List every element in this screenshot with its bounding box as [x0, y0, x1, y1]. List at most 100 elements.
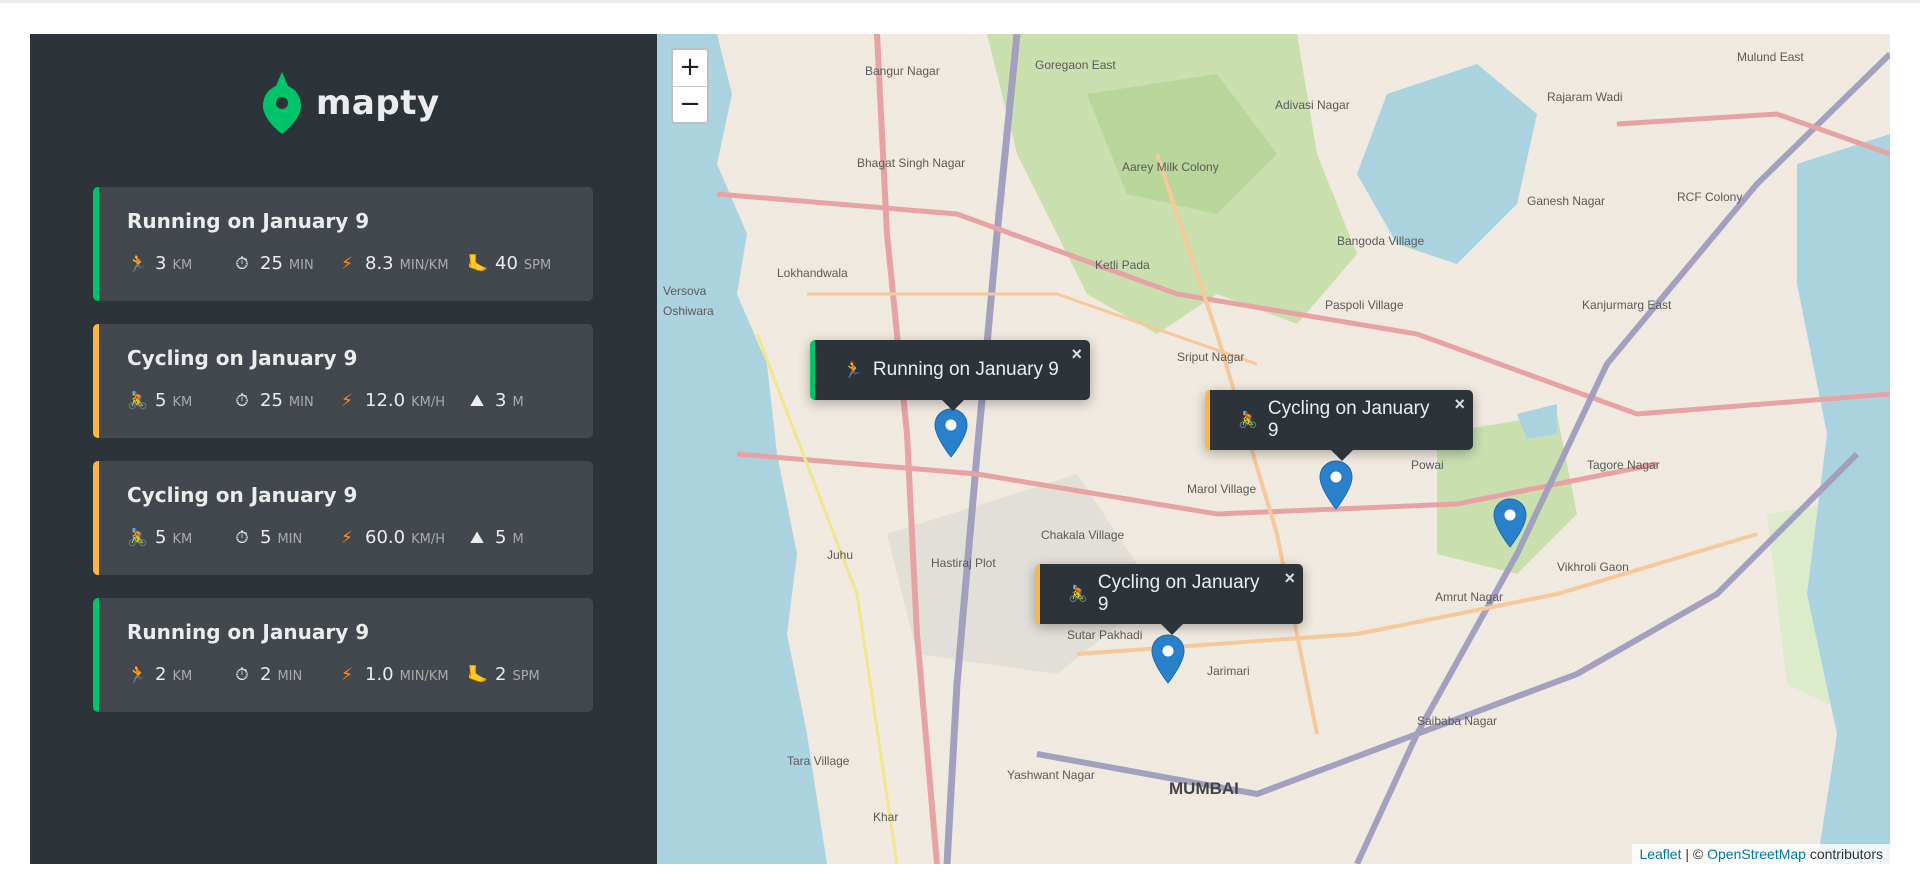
place-label: Tara Village [787, 754, 850, 768]
place-label: Mulund East [1737, 50, 1804, 64]
workout-title: Running on January 9 [127, 620, 370, 644]
popup-tip [1160, 624, 1183, 635]
place-label: Hastiraj Plot [931, 556, 996, 570]
popup-tip [1330, 450, 1353, 461]
place-label: Bangoda Village [1337, 234, 1425, 248]
popup-text: Cycling on January 9 [1097, 572, 1260, 615]
app-name: mapty [316, 83, 440, 123]
workout-popup[interactable]: 🏃 Running on January 9 × [810, 340, 1090, 411]
attribution-suffix: contributors [1805, 846, 1883, 862]
stat-value: 5 [495, 527, 507, 548]
stat-unit: M [512, 395, 524, 410]
place-label: Bhagat Singh Nagar [857, 156, 966, 170]
workout-duration: ⏱ 25 MIN [232, 390, 337, 411]
workout-distance: 🏃 3 KM [127, 253, 232, 274]
place-label: Juhu [827, 548, 854, 562]
place-label: Goregaon East [1035, 58, 1116, 72]
lightning-icon: ⚡ [341, 665, 353, 685]
attribution-separator: | © [1681, 846, 1708, 862]
place-label: Sutar Pakhadi [1067, 628, 1143, 642]
stat-unit: KM [172, 669, 193, 684]
place-label: Chakala Village [1041, 528, 1125, 542]
sidebar: mapty Running on January 9 🏃 3 KM ⏱ 25 MIN ⚡ 8.3… [30, 34, 657, 864]
zoom-out-button[interactable]: − [673, 87, 707, 122]
cyclist-icon: 🚴 [1068, 586, 1088, 603]
workout-speed: ⚡ 60.0 KM/H [337, 527, 467, 548]
stat-unit: MIN [288, 258, 314, 273]
workout-cadence: 🦶 40 SPM [467, 253, 572, 274]
place-label: Aarey Milk Colony [1122, 160, 1219, 174]
stat-value: 2 [260, 664, 272, 685]
map-marker-icon[interactable] [1319, 460, 1353, 510]
workout-title: Running on January 9 [127, 209, 370, 233]
stat-unit: KM [172, 395, 193, 410]
workout-card-running[interactable]: Running on January 9 🏃 3 KM ⏱ 25 MIN ⚡ 8.3 MIN/KM… [93, 187, 593, 301]
lightning-icon: ⚡ [341, 528, 353, 548]
cyclist-icon: 🚴 [127, 391, 149, 411]
place-label: Rajaram Wadi [1547, 90, 1623, 104]
place-label: Ganesh Nagar [1527, 194, 1606, 208]
map-marker-icon[interactable] [1151, 634, 1185, 684]
stopwatch-icon: ⏱ [235, 391, 249, 411]
stat-value: 25 [260, 390, 283, 411]
stat-unit: MIN/KM [399, 669, 449, 684]
close-icon[interactable]: × [1284, 568, 1295, 589]
place-label: Marol Village [1187, 482, 1257, 496]
stat-unit: SPM [512, 669, 540, 684]
workout-pace: ⚡ 8.3 MIN/KM [337, 253, 467, 274]
workout-distance: 🏃 2 KM [127, 664, 232, 685]
foot-icon: 🦶 [467, 665, 489, 685]
openstreetmap-link[interactable]: OpenStreetMap [1707, 846, 1806, 862]
workout-popup[interactable]: 🚴 Cycling on January 9 × [1035, 564, 1303, 635]
workout-cadence: 🦶 2 SPM [467, 664, 572, 685]
place-label: Ketli Pada [1095, 258, 1150, 272]
popup-tip [941, 400, 964, 411]
place-label: Amrut Nagar [1435, 590, 1504, 604]
place-label: Bangur Nagar [865, 64, 940, 78]
place-label: Khar [873, 810, 899, 824]
lightning-icon: ⚡ [341, 391, 353, 411]
stat-unit: KM [172, 258, 193, 273]
place-label: Kanjurmarg East [1582, 298, 1672, 312]
map[interactable]: Goregaon East Bangur Nagar Bhagat Singh … [657, 34, 1890, 864]
stat-unit: KM [172, 532, 193, 547]
close-icon[interactable]: × [1454, 394, 1465, 415]
runner-icon: 🏃 [127, 665, 149, 685]
mountain-icon: ⛰ [469, 528, 485, 548]
stat-value: 3 [495, 390, 507, 411]
lightning-icon: ⚡ [341, 254, 353, 274]
stat-value: 60.0 [365, 527, 406, 548]
workout-card-cycling[interactable]: Cycling on January 9 🚴 5 KM ⏱ 25 MIN ⚡ 12.0 KM/H ⛰… [93, 324, 593, 438]
stat-value: 5 [260, 527, 272, 548]
map-marker-icon[interactable] [1493, 498, 1527, 548]
stat-unit: KM/H [411, 395, 445, 410]
stat-unit: M [512, 532, 524, 547]
workout-card-running[interactable]: Running on January 9 🏃 2 KM ⏱ 2 MIN ⚡ 1.0 MIN/KM 🦶… [93, 598, 593, 712]
leaflet-link[interactable]: Leaflet [1639, 846, 1681, 862]
place-label: RCF Colony [1677, 190, 1743, 204]
close-icon[interactable]: × [1071, 344, 1082, 365]
workout-elevation: ⛰ 5 M [467, 527, 572, 548]
workout-details: 🏃 2 KM ⏱ 2 MIN ⚡ 1.0 MIN/KM 🦶 2 SPM [127, 664, 572, 685]
workout-distance: 🚴 5 KM [127, 390, 232, 411]
workout-pace: ⚡ 1.0 MIN/KM [337, 664, 467, 685]
stat-value: 1.0 [365, 664, 394, 685]
zoom-control: + − [671, 48, 709, 124]
workout-card-cycling[interactable]: Cycling on January 9 🚴 5 KM ⏱ 5 MIN ⚡ 60.0 KM/H ⛰ 5… [93, 461, 593, 575]
workout-details: 🏃 3 KM ⏱ 25 MIN ⚡ 8.3 MIN/KM 🦶 40 SPM [127, 253, 572, 274]
stopwatch-icon: ⏱ [235, 254, 249, 274]
workout-popup[interactable]: 🚴 Cycling on January 9 × [1205, 390, 1473, 461]
workout-duration: ⏱ 5 MIN [232, 527, 337, 548]
zoom-in-button[interactable]: + [673, 50, 707, 87]
map-marker-icon[interactable] [934, 408, 968, 458]
workout-speed: ⚡ 12.0 KM/H [337, 390, 467, 411]
stat-value: 5 [155, 527, 167, 548]
workout-elevation: ⛰ 3 M [467, 390, 572, 411]
top-border [0, 0, 1920, 3]
workout-duration: ⏱ 25 MIN [232, 253, 337, 274]
mountain-icon: ⛰ [469, 391, 485, 411]
place-label: Tagore Nagar [1587, 458, 1660, 472]
map-attribution: Leaflet | © OpenStreetMap contributors [1632, 844, 1890, 864]
place-label: Sriput Nagar [1177, 350, 1245, 364]
place-label: Jarimari [1207, 664, 1250, 678]
